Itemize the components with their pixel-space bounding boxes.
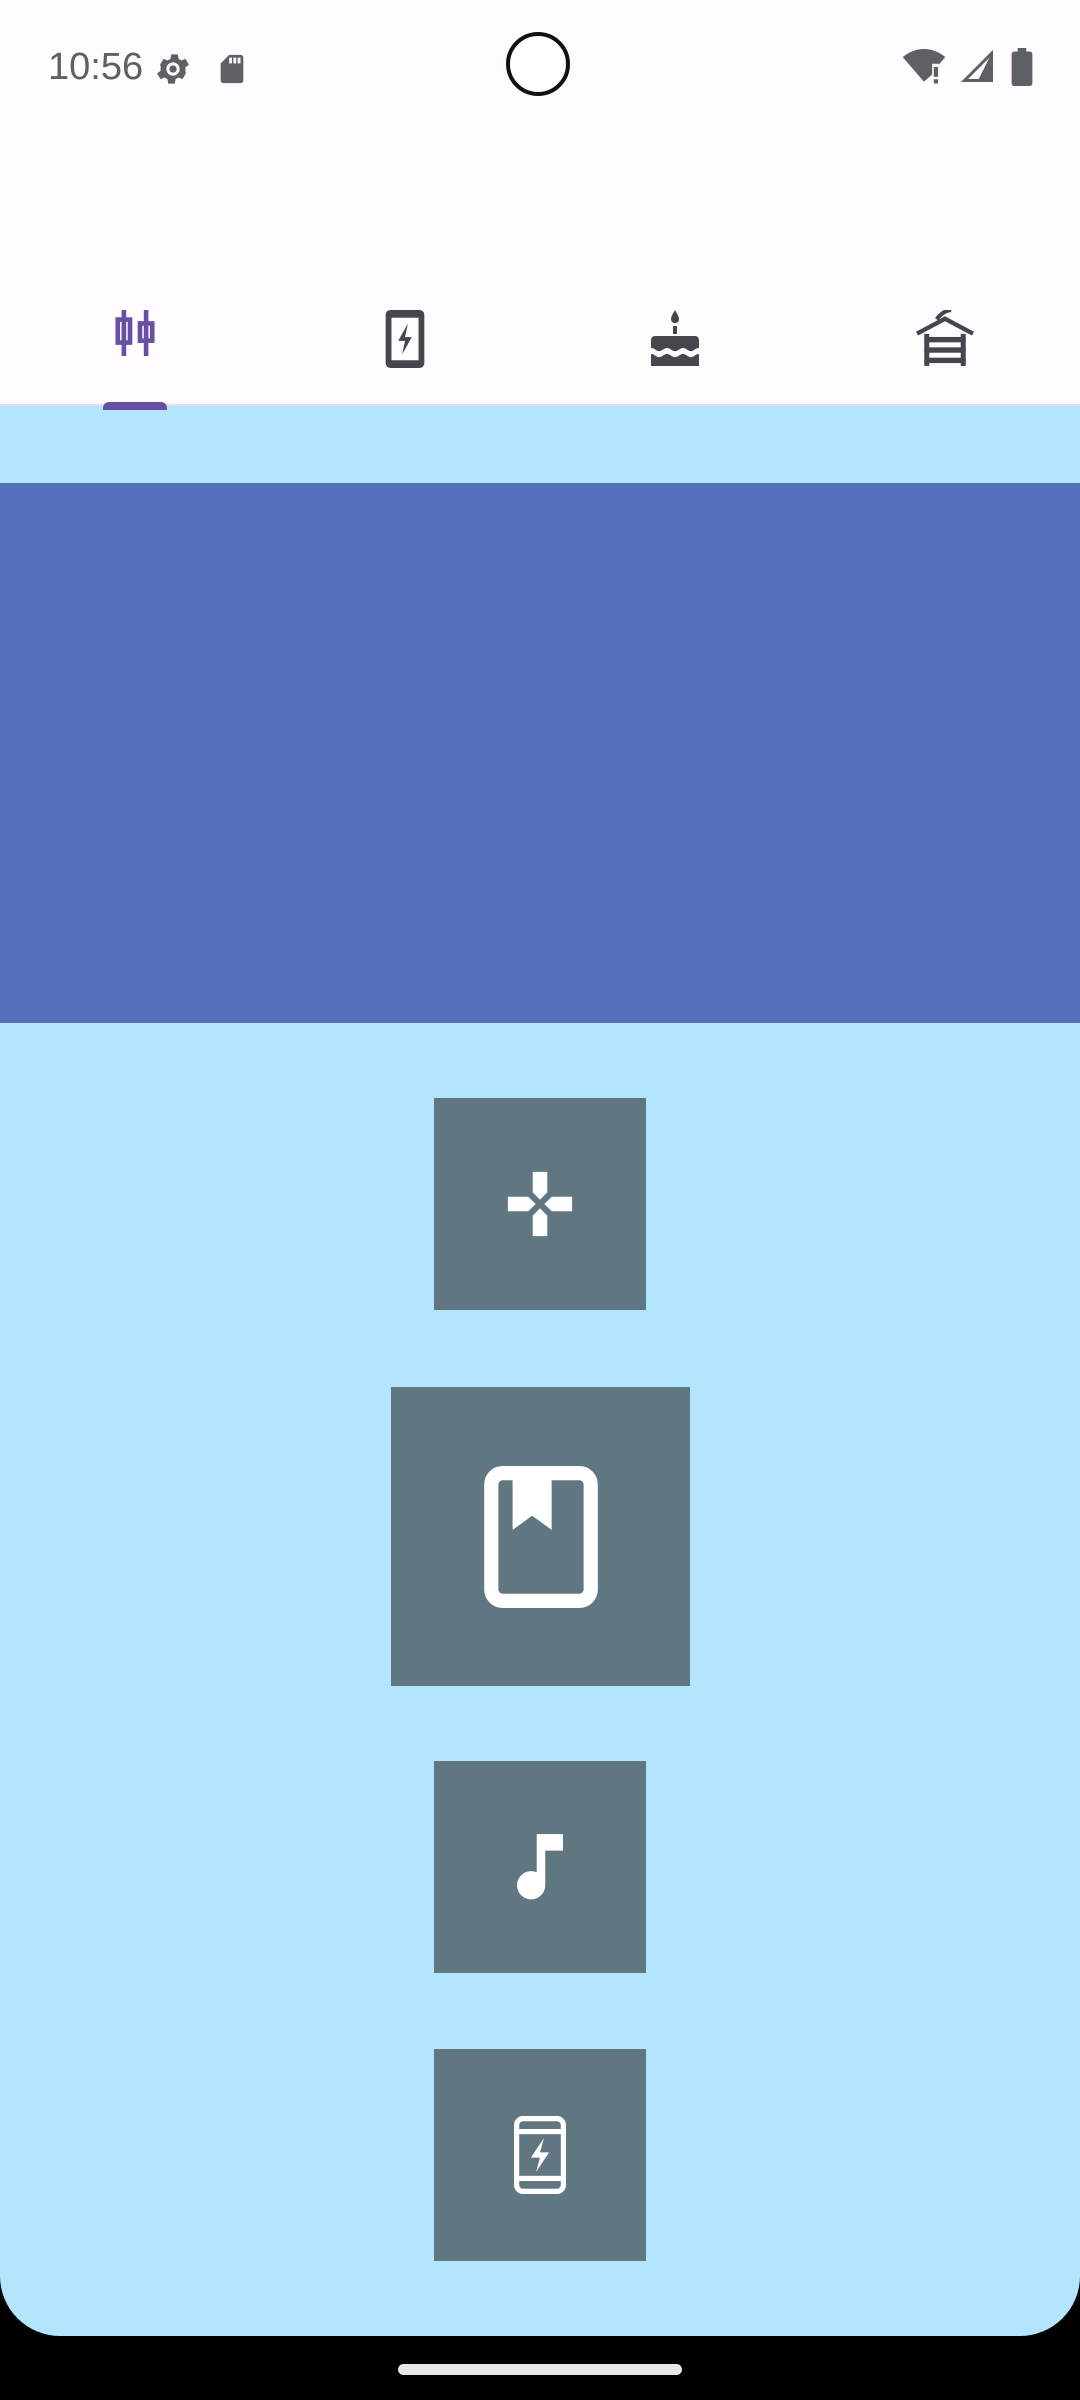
mobile-charging-icon — [385, 310, 425, 368]
book-tile[interactable] — [391, 1387, 690, 1686]
cellular-signal-icon — [960, 49, 993, 82]
wifi-alert-icon — [902, 49, 946, 84]
camera-cutout — [506, 32, 570, 96]
settings-gear-icon — [157, 54, 189, 84]
gamepad-icon — [507, 1171, 573, 1237]
tab-mobile-charging[interactable] — [270, 140, 540, 368]
app-screen: 10:56 — [0, 0, 1080, 2336]
sd-card-icon — [220, 54, 244, 84]
battery-icon — [1011, 48, 1033, 86]
music-note-icon — [517, 1834, 563, 1900]
cake-icon — [651, 310, 699, 366]
status-bar: 10:56 — [0, 0, 1080, 140]
tab-gazebo[interactable] — [810, 140, 1080, 366]
gesture-home-bar[interactable] — [398, 2364, 682, 2375]
gamepad-tile[interactable] — [434, 1098, 646, 1310]
mobile-charging-icon — [514, 2116, 566, 2194]
tab-selected-indicator — [103, 402, 167, 410]
tab-cake[interactable] — [540, 140, 810, 366]
gazebo-icon — [916, 310, 974, 366]
status-time: 10:56 — [48, 46, 144, 88]
book-bookmark-icon — [483, 1465, 598, 1608]
candlestick-chart-icon — [115, 310, 155, 356]
tab-candlestick[interactable] — [0, 140, 270, 356]
banner-area — [0, 483, 1080, 1023]
music-tile[interactable] — [434, 1761, 646, 1973]
mobile-charging-tile[interactable] — [434, 2049, 646, 2261]
